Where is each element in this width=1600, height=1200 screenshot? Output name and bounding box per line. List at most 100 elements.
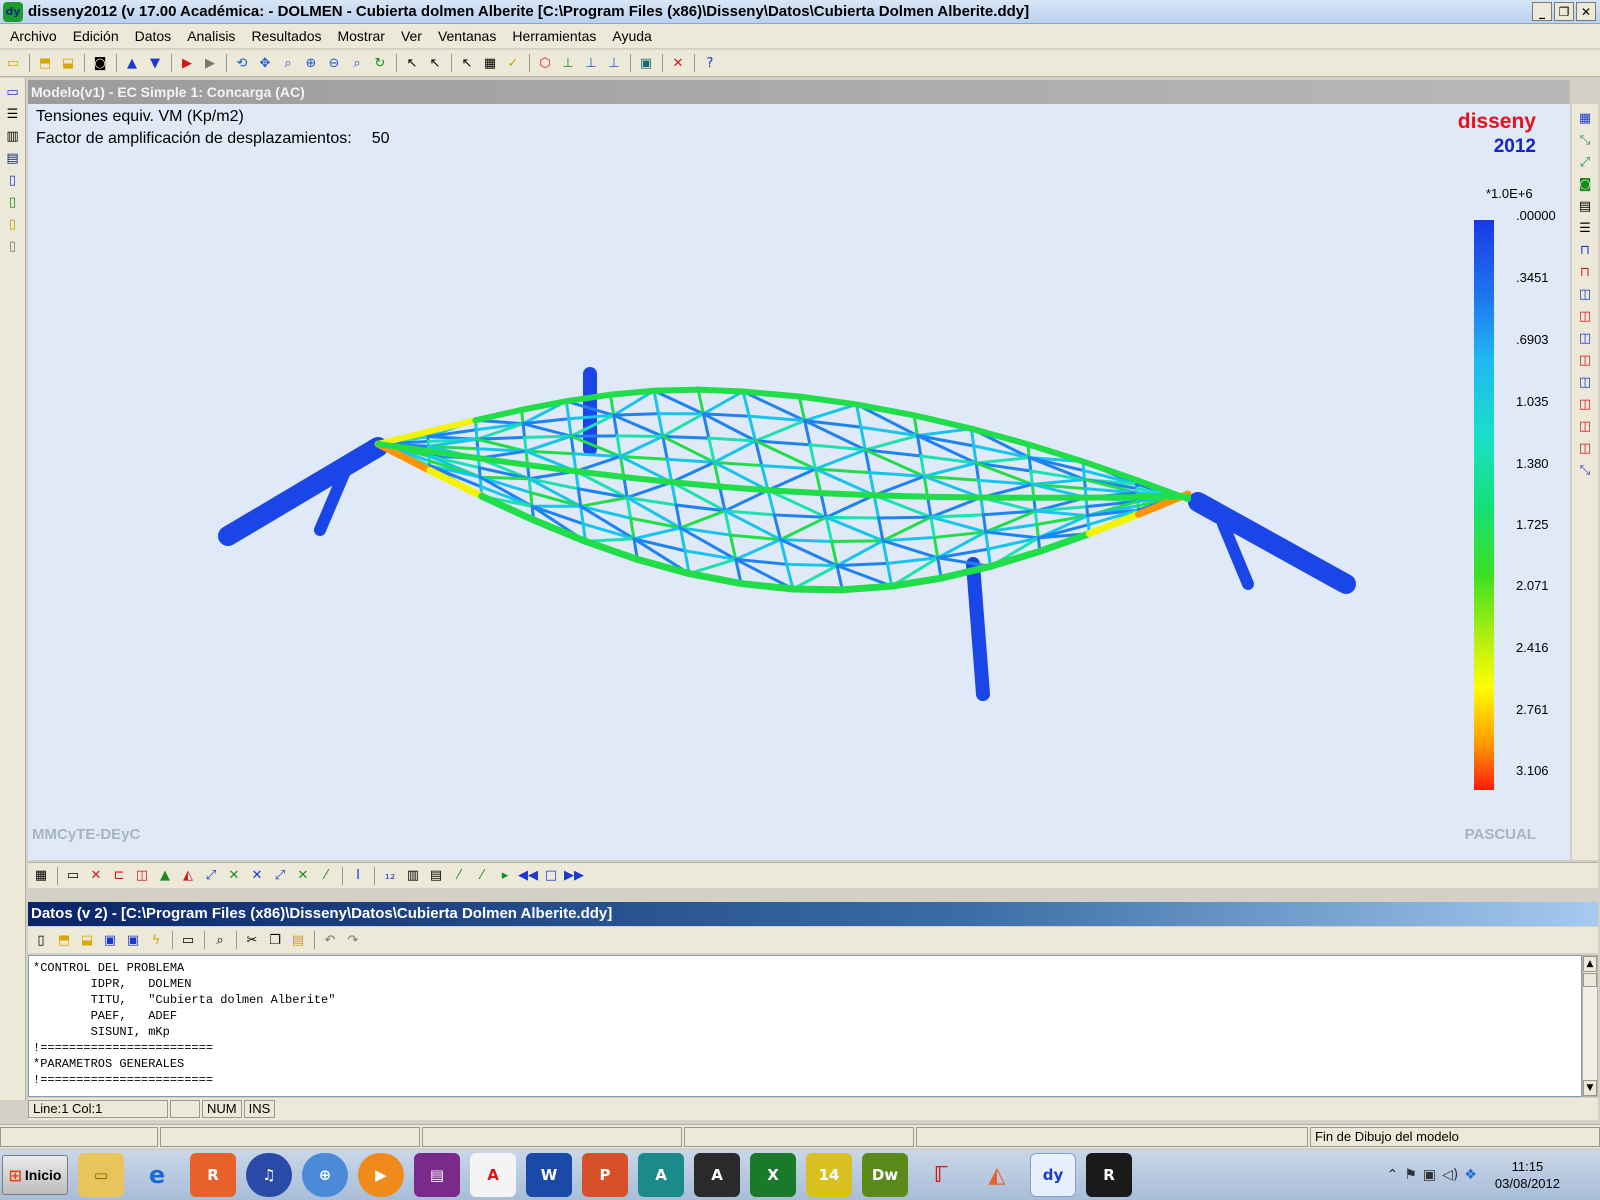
data-window-title[interactable]: Datos (v 2) - [C:\Program Files (x86)\Di…: [28, 902, 1598, 926]
triangle-icon[interactable]: ◭: [177, 865, 199, 887]
select-group-icon[interactable]: ▦: [479, 52, 501, 74]
save-icon[interactable]: ▣: [99, 929, 121, 951]
zoom-window-icon[interactable]: ⌕: [277, 52, 299, 74]
cross-icon[interactable]: ✕: [223, 865, 245, 887]
disseny-app-icon[interactable]: dy: [3, 1, 23, 22]
scroll-down-arrow[interactable]: ▼: [1583, 1080, 1597, 1096]
numbering-icon[interactable]: ₁₂: [379, 865, 401, 887]
powerpoint-icon[interactable]: P: [582, 1153, 628, 1197]
internet-explorer-icon[interactable]: e: [134, 1153, 180, 1197]
node-icon[interactable]: ◫: [1575, 416, 1595, 436]
redo-icon[interactable]: ↷: [342, 929, 364, 951]
stop-icon[interactable]: □: [540, 865, 562, 887]
diagonal-alt-icon[interactable]: ⤢: [1575, 152, 1595, 172]
new-folder-icon[interactable]: ▭: [2, 52, 24, 74]
arrow-down-icon[interactable]: ▼: [144, 52, 166, 74]
open-folder-icon[interactable]: ⬒: [53, 929, 75, 951]
select-multiple-icon[interactable]: ↖: [424, 52, 446, 74]
document-icon[interactable]: ▯: [3, 170, 23, 190]
editor-scrollbar[interactable]: ▲ ▼: [1582, 955, 1598, 1097]
show-hidden-icons[interactable]: ⌃: [1387, 1167, 1399, 1183]
cad-app-icon[interactable]: A: [694, 1153, 740, 1197]
run-analysis-icon[interactable]: ▶: [176, 52, 198, 74]
new-document-icon[interactable]: ▯: [30, 929, 52, 951]
support-icon[interactable]: ◫: [1575, 328, 1595, 348]
force-icon[interactable]: ◫: [1575, 372, 1595, 392]
disseny-taskbar-icon[interactable]: dy: [1030, 1153, 1076, 1197]
diagonal-icon[interactable]: ⤡: [1575, 130, 1595, 150]
printer-icon[interactable]: ▭: [62, 865, 84, 887]
view-xz-icon[interactable]: ⊥: [580, 52, 602, 74]
axes-icon[interactable]: ⤡: [1575, 460, 1595, 480]
view-3d-icon[interactable]: ⬡: [534, 52, 556, 74]
measure-icon[interactable]: ✓: [502, 52, 524, 74]
document-gray-icon[interactable]: ▯: [3, 236, 23, 256]
scroll-up-arrow[interactable]: ▲: [1583, 956, 1597, 972]
rotate-icon[interactable]: ⟲: [231, 52, 253, 74]
winrar-icon[interactable]: ▤: [414, 1153, 460, 1197]
paste-icon[interactable]: ▤: [287, 929, 309, 951]
document-green-icon[interactable]: ▯: [3, 192, 23, 212]
element-icon[interactable]: ◫: [1575, 438, 1595, 458]
zoom-out-icon[interactable]: ⊖: [323, 52, 345, 74]
fast-forward-icon[interactable]: ▶▶: [563, 865, 585, 887]
frame-icon[interactable]: ⊓: [1575, 240, 1595, 260]
copy-text-icon[interactable]: ❐: [264, 929, 286, 951]
safari-icon[interactable]: ⊕: [302, 1153, 348, 1197]
minimize-button[interactable]: _: [1532, 2, 1552, 21]
save-as-icon[interactable]: ▣: [122, 929, 144, 951]
zoom-extents-icon[interactable]: ⌕: [346, 52, 368, 74]
lines-icon[interactable]: ☰: [1575, 218, 1595, 238]
contour-icon[interactable]: ◙: [1575, 174, 1595, 194]
remote-desktop-icon[interactable]: R: [190, 1153, 236, 1197]
line-tool-icon[interactable]: ⁄: [448, 865, 470, 887]
volume-icon[interactable]: ◁): [1442, 1167, 1458, 1183]
select-icon[interactable]: ↖: [401, 52, 423, 74]
load-red-icon[interactable]: ◫: [1575, 306, 1595, 326]
diagonal-tool-icon[interactable]: ⤢: [269, 865, 291, 887]
rewind-icon[interactable]: ◀◀: [517, 865, 539, 887]
start-button[interactable]: ⊞ Inicio: [2, 1155, 68, 1195]
dropbox-icon[interactable]: ❖: [1464, 1167, 1477, 1183]
model-viewport[interactable]: Tensiones equiv. VM (Kp/m2) Factor de am…: [28, 104, 1570, 860]
menu-datos[interactable]: Datos: [127, 25, 180, 47]
matlab-icon[interactable]: ◭: [974, 1153, 1020, 1197]
acrobat-icon[interactable]: A: [470, 1153, 516, 1197]
load-icon[interactable]: ◫: [1575, 284, 1595, 304]
moment-icon[interactable]: ◫: [1575, 394, 1595, 414]
undo-icon[interactable]: ↶: [319, 929, 341, 951]
delete-icon[interactable]: ✕: [667, 52, 689, 74]
node-cross-icon[interactable]: ✕: [292, 865, 314, 887]
grid-view-icon[interactable]: ▦: [1575, 108, 1595, 128]
print-icon[interactable]: ▭: [177, 929, 199, 951]
copy-icon[interactable]: ◫: [131, 865, 153, 887]
database-icon[interactable]: ▣: [635, 52, 657, 74]
cut-icon[interactable]: ✂: [241, 929, 263, 951]
window-tile-icon[interactable]: ▭: [3, 82, 23, 102]
lightning-icon[interactable]: ϟ: [145, 929, 167, 951]
media-player-icon[interactable]: ▶: [358, 1153, 404, 1197]
camera-icon[interactable]: ◙: [89, 52, 111, 74]
menu-resultados[interactable]: Resultados: [243, 25, 329, 47]
zoom-in-icon[interactable]: ⊕: [300, 52, 322, 74]
frame-red-icon[interactable]: ⊓: [1575, 262, 1595, 282]
autocad-icon[interactable]: A: [638, 1153, 684, 1197]
window-stack-icon[interactable]: ▤: [3, 148, 23, 168]
chart-icon[interactable]: ▤: [425, 865, 447, 887]
open-recent-icon[interactable]: ⬓: [57, 52, 79, 74]
model-window-title[interactable]: Modelo(v1) - EC Simple 1: Concarga (AC): [28, 80, 1570, 104]
menu-herramientas[interactable]: Herramientas: [504, 25, 604, 47]
select-window-icon[interactable]: ↖: [456, 52, 478, 74]
revit-icon[interactable]: R: [1086, 1153, 1132, 1197]
flag-icon[interactable]: ▸: [494, 865, 516, 887]
data-text-editor[interactable]: *CONTROL DEL PROBLEMA IDPR, DOLMEN TITU,…: [28, 955, 1582, 1097]
menu-ayuda[interactable]: Ayuda: [604, 25, 659, 47]
itunes-icon[interactable]: ♫: [246, 1153, 292, 1197]
file-explorer-icon[interactable]: ▭: [78, 1153, 124, 1197]
curve-tool-icon[interactable]: ⁄: [471, 865, 493, 887]
open-recent-folder-icon[interactable]: ⬓: [76, 929, 98, 951]
support-red-icon[interactable]: ◫: [1575, 350, 1595, 370]
clock[interactable]: 11:15 03/08/2012: [1495, 1158, 1560, 1192]
pan-icon[interactable]: ✥: [254, 52, 276, 74]
menu-mostrar[interactable]: Mostrar: [329, 25, 392, 47]
